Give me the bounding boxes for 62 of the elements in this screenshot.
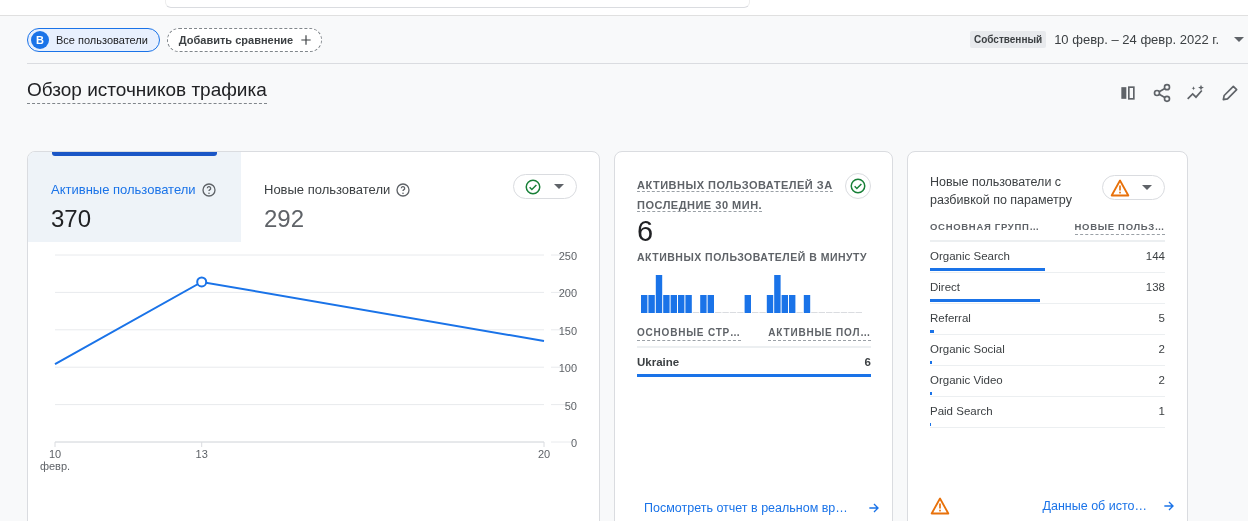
- add-comparison-button[interactable]: Добавить сравнение: [166, 27, 323, 52]
- column-header: ОСНОВНАЯ ГРУПП…: [930, 221, 1040, 234]
- help-icon: [200, 181, 217, 198]
- row-value: 5: [1158, 312, 1165, 324]
- row-value: 6: [864, 356, 871, 368]
- row-label: Ukraine: [637, 356, 680, 368]
- y-tick-label: 200: [558, 287, 577, 300]
- y-tick-label: 250: [558, 250, 577, 262]
- metric-label: Новые пользователи: [264, 182, 391, 197]
- segment-chip[interactable]: В Все пользователи: [27, 27, 160, 52]
- metric-tab[interactable]: Новые пользователи 292: [241, 152, 454, 242]
- status-button[interactable]: [1102, 175, 1165, 200]
- metric-value: 370: [51, 204, 93, 233]
- chart-subtitle: АКТИВНЫХ ПОЛЬЗОВАТЕЛЕЙ В МИНУТУ: [637, 251, 869, 263]
- row-value: 2: [1158, 374, 1165, 386]
- column-header[interactable]: НОВЫЕ ПОЛЬЗ…: [1074, 221, 1165, 235]
- warning-icon: [930, 496, 950, 516]
- row-label: Organic Social: [930, 343, 1005, 355]
- date-range-type: Собственный: [969, 31, 1047, 48]
- x-tick-label: 20: [537, 448, 551, 460]
- y-tick-label: 150: [558, 324, 577, 337]
- y-tick-label: 0: [570, 437, 577, 449]
- data-point[interactable]: [196, 276, 208, 288]
- pencil-icon[interactable]: [1220, 83, 1240, 103]
- warning-icon: [1110, 177, 1130, 198]
- column-header[interactable]: АКТИВНЫЕ ПОЛ…: [768, 327, 871, 341]
- help-icon: [395, 181, 412, 198]
- row-value: 2: [1158, 343, 1165, 355]
- metric-value: 6: [637, 215, 655, 247]
- share-icon[interactable]: [1152, 83, 1172, 103]
- status-button[interactable]: [513, 174, 577, 199]
- x-tick-label: 10 февр.: [39, 448, 71, 472]
- caret-icon: [554, 184, 564, 189]
- card-title: Новые пользователи с разбивкой по параметру: [930, 174, 1073, 209]
- page-title: Обзор источников трафика: [27, 78, 267, 104]
- row-value: 138: [1145, 281, 1165, 293]
- date-range[interactable]: 10 февр. – 24 февр. 2022 г.: [1054, 32, 1219, 47]
- y-tick-label: 100: [558, 362, 577, 375]
- caret-icon: [1142, 185, 1152, 190]
- check-circle-icon: [524, 177, 542, 196]
- x-tick-label: 13: [195, 448, 208, 460]
- compare-icon[interactable]: [1118, 83, 1138, 103]
- row-label: Organic Search: [930, 250, 1010, 262]
- avatar-letter: В: [31, 30, 49, 49]
- plus-icon: [299, 32, 314, 47]
- y-tick-label: 50: [564, 399, 577, 412]
- check-circle-icon: [849, 177, 867, 195]
- search-field[interactable]: [165, 0, 750, 8]
- card-title: АКТИВНЫХ ПОЛЬЗОВАТЕЛЕЙ ЗА ПОСЛЕДНИЕ 30 МИН.: [637, 178, 834, 214]
- metric-value: 292: [264, 204, 306, 233]
- metric-tab[interactable]: Активные пользователи 370: [28, 152, 241, 242]
- row-label: Paid Search: [930, 405, 993, 417]
- row-label: Direct: [930, 281, 961, 293]
- row-value: 1: [1158, 405, 1165, 417]
- row-label: Organic Video: [930, 374, 1003, 386]
- metric-label: Активные пользователи: [51, 182, 196, 197]
- row-label: Referral: [930, 312, 971, 324]
- caret-icon[interactable]: [1234, 37, 1244, 42]
- realtime-report-link[interactable]: Посмотреть отчет в реальном вр…: [644, 500, 882, 516]
- column-header: ОСНОВНЫЕ СТР…: [637, 327, 741, 341]
- source-data-link[interactable]: Данные об исто…: [1042, 498, 1177, 514]
- row-value: 144: [1145, 250, 1165, 262]
